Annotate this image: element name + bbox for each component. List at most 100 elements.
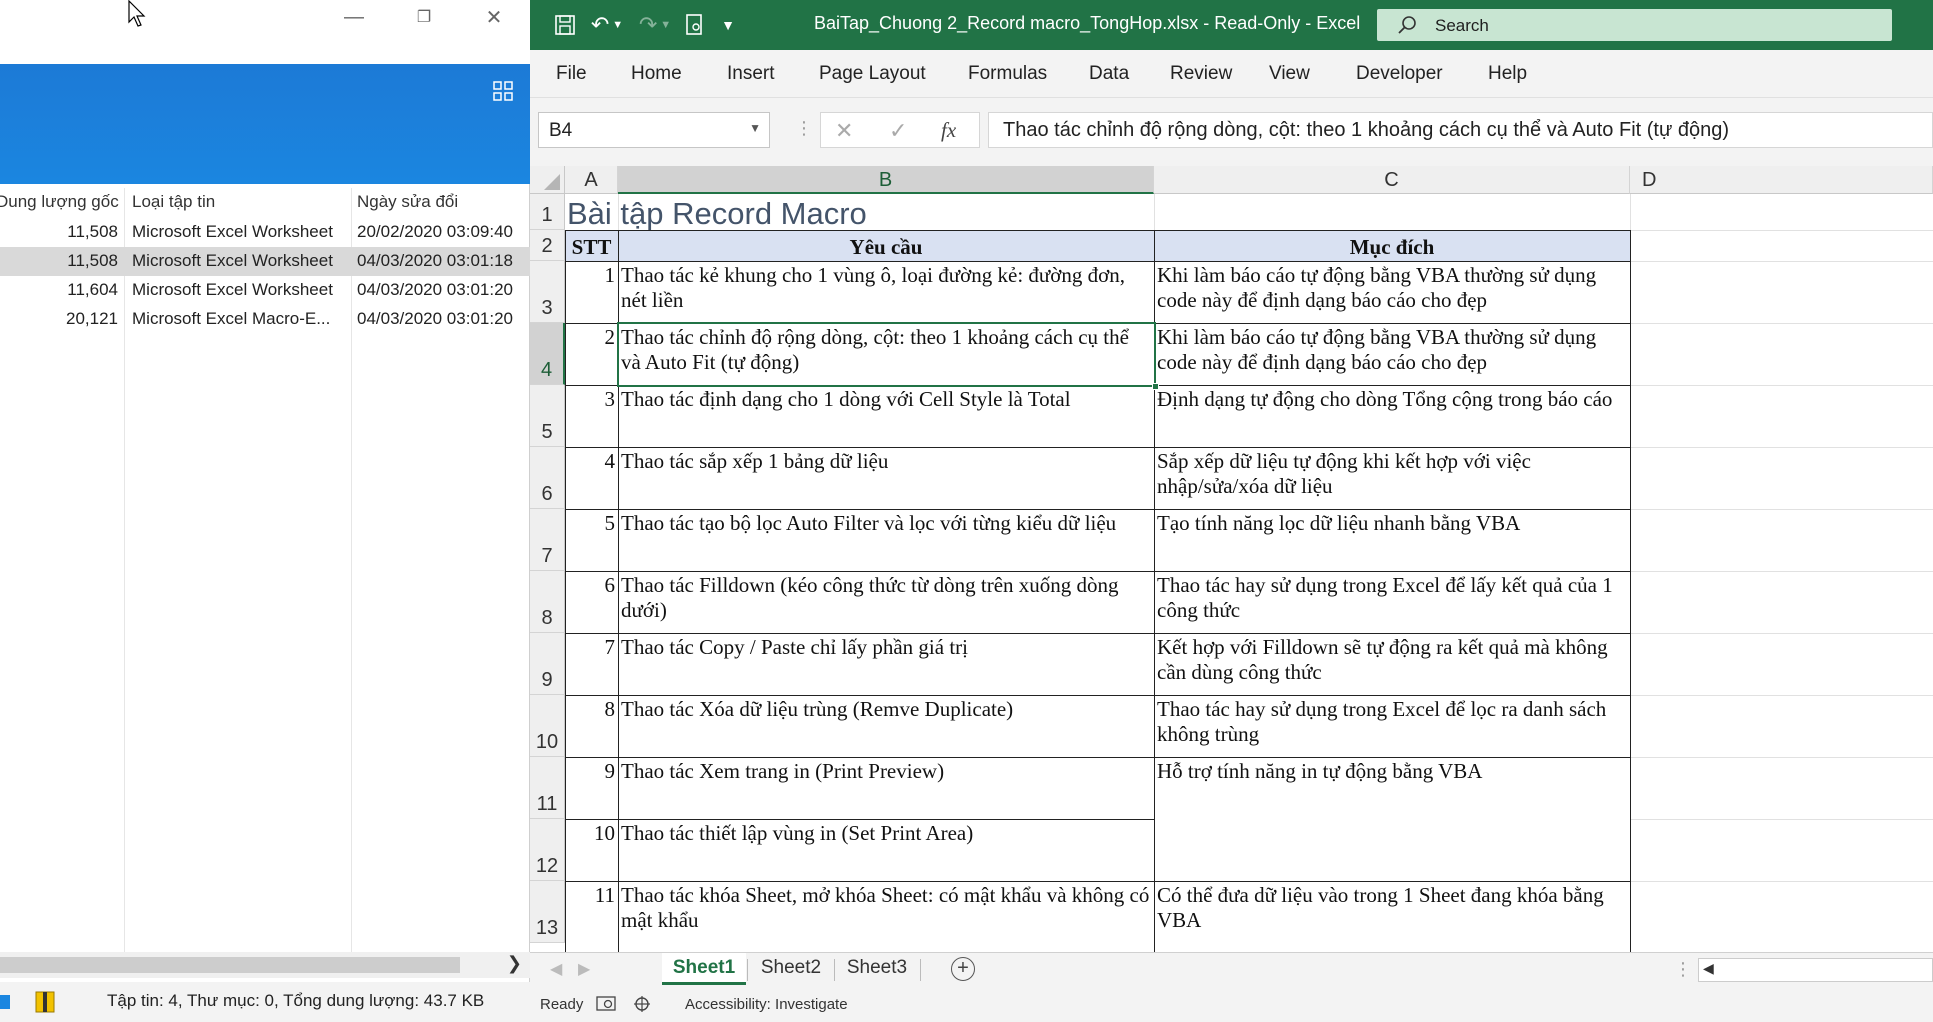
cell-purpose[interactable]: Khi làm báo cáo tự động bằng VBA thường … <box>1154 261 1630 323</box>
row-header-9[interactable]: 9 <box>530 633 565 695</box>
file-row[interactable]: 20,121 Microsoft Excel Macro-E... 04/03/… <box>0 305 530 334</box>
sheet-title-cell[interactable]: Bài tập Record Macro <box>567 196 867 232</box>
cell-requirement[interactable]: Thao tác Xem trang in (Print Preview) <box>618 757 1154 819</box>
column-size[interactable]: Dung lượng gốc <box>0 192 119 212</box>
tab-view[interactable]: View <box>1269 63 1310 85</box>
cell-stt[interactable]: 5 <box>565 509 618 571</box>
cell-stt[interactable]: 11 <box>565 881 618 943</box>
cell-purpose[interactable]: Sắp xếp dữ liệu tự động khi kết hợp với … <box>1154 447 1630 509</box>
column-header-d[interactable]: D <box>1630 166 1933 194</box>
scroll-left-icon[interactable]: ◀ <box>1703 960 1714 977</box>
row-header-10[interactable]: 10 <box>530 695 565 757</box>
tab-insert[interactable]: Insert <box>727 63 775 85</box>
enter-icon[interactable]: ✓ <box>889 118 907 144</box>
tab-home[interactable]: Home <box>631 63 682 85</box>
row-header-13[interactable]: 13 <box>530 881 565 943</box>
tab-formulas[interactable]: Formulas <box>968 63 1047 85</box>
cell-requirement[interactable]: Thao tác khóa Sheet, mở khóa Sheet: có m… <box>618 881 1154 943</box>
worksheet-horizontal-scrollbar[interactable]: ◀ <box>1698 958 1933 982</box>
cell-stt[interactable]: 9 <box>565 757 618 819</box>
file-row[interactable]: 11,508 Microsoft Excel Worksheet 20/02/2… <box>0 218 530 247</box>
chevron-down-icon[interactable]: ▼ <box>749 121 761 135</box>
row-header-5[interactable]: 5 <box>530 385 565 447</box>
save-button[interactable] <box>550 10 580 40</box>
file-row-selected[interactable]: 11,508 Microsoft Excel Worksheet 04/03/2… <box>0 247 530 276</box>
scroll-tabs-left-icon[interactable]: ◀ <box>550 959 562 979</box>
restore-button[interactable]: ❐ <box>389 0 459 34</box>
scrollbar-thumb[interactable] <box>0 957 460 973</box>
worksheet-grid[interactable]: A B C D 1 2 3 4 5 6 7 8 9 10 11 12 13 Bà… <box>530 166 1933 952</box>
row-header-11[interactable]: 11 <box>530 757 565 819</box>
tab-page-layout[interactable]: Page Layout <box>819 63 926 85</box>
print-preview-button[interactable] <box>680 10 710 40</box>
cancel-icon[interactable]: ✕ <box>835 118 853 144</box>
select-all-corner[interactable] <box>530 166 565 194</box>
cell-requirement[interactable]: Thao tác Filldown (kéo công thức từ dòng… <box>618 571 1154 633</box>
header-stt[interactable]: STT <box>565 230 618 261</box>
fill-handle[interactable] <box>1152 383 1159 390</box>
minimize-button[interactable]: — <box>319 0 389 34</box>
cell-requirement[interactable]: Thao tác kẻ khung cho 1 vùng ô, loại đườ… <box>618 261 1154 323</box>
cell-stt[interactable]: 7 <box>565 633 618 695</box>
cell-stt[interactable]: 6 <box>565 571 618 633</box>
cell-purpose[interactable]: Kết hợp với Filldown sẽ tự động ra kết q… <box>1154 633 1630 695</box>
row-header-3[interactable]: 3 <box>530 261 565 323</box>
row-header-12[interactable]: 12 <box>530 819 565 881</box>
tab-split-handle-icon[interactable]: ⋮ <box>1674 959 1692 980</box>
sheet-tab-sheet1[interactable]: Sheet1 <box>662 953 746 985</box>
header-requirement[interactable]: Yêu cầu <box>618 230 1154 261</box>
macro-record-icon[interactable] <box>596 995 618 1013</box>
cell-purpose[interactable]: Thao tác hay sử dụng trong Excel để lọc … <box>1154 695 1630 757</box>
name-box[interactable]: B4 ▼ <box>538 112 770 148</box>
scroll-tabs-right-icon[interactable]: ▶ <box>578 959 590 979</box>
cell-requirement[interactable]: Thao tác sắp xếp 1 bảng dữ liệu <box>618 447 1154 509</box>
cell-stt[interactable]: 1 <box>565 261 618 323</box>
column-header-c[interactable]: C <box>1154 166 1630 194</box>
status-accessibility[interactable]: Accessibility: Investigate <box>685 996 848 1013</box>
cell-requirement[interactable]: Thao tác Xóa dữ liệu trùng (Remve Duplic… <box>618 695 1154 757</box>
sheet-tab-sheet3[interactable]: Sheet3 <box>835 953 919 985</box>
sheet-tab-sheet2[interactable]: Sheet2 <box>749 953 833 985</box>
tab-help[interactable]: Help <box>1488 63 1527 85</box>
details-view-icon[interactable] <box>0 993 12 1011</box>
cell-requirement[interactable]: Thao tác Copy / Paste chỉ lấy phần giá t… <box>618 633 1154 695</box>
scroll-right-icon[interactable]: ❯ <box>507 953 522 974</box>
header-purpose[interactable]: Mục đích <box>1154 230 1630 261</box>
cell-stt[interactable]: 4 <box>565 447 618 509</box>
cell-requirement[interactable]: Thao tác tạo bộ lọc Auto Filter và lọc v… <box>618 509 1154 571</box>
tab-file[interactable]: File <box>556 63 587 85</box>
tab-data[interactable]: Data <box>1089 63 1129 85</box>
cell-stt[interactable]: 10 <box>565 819 618 881</box>
cell-stt[interactable]: 2 <box>565 323 618 385</box>
cell-requirement[interactable]: Thao tác định dạng cho 1 dòng với Cell S… <box>618 385 1154 447</box>
search-box[interactable]: Search <box>1377 9 1892 41</box>
cell-purpose[interactable]: Có thể đưa dữ liệu vào trong 1 Sheet đan… <box>1154 881 1630 943</box>
cell-stt[interactable]: 8 <box>565 695 618 757</box>
add-sheet-button[interactable]: + <box>951 957 975 981</box>
row-header-7[interactable]: 7 <box>530 509 565 571</box>
cell-requirement[interactable]: Thao tác thiết lập vùng in (Set Print Ar… <box>618 819 1154 881</box>
row-header-4[interactable]: 4 <box>530 323 565 385</box>
cell-purpose[interactable]: Định dạng tự động cho dòng Tổng cộng tro… <box>1154 385 1630 447</box>
insert-function-icon[interactable]: fx <box>941 118 956 143</box>
cell-stt[interactable]: 3 <box>565 385 618 447</box>
row-header-8[interactable]: 8 <box>530 571 565 633</box>
close-button[interactable]: ✕ <box>459 0 529 34</box>
cell-purpose[interactable]: Tạo tính năng lọc dữ liệu nhanh bằng VBA <box>1154 509 1630 571</box>
cell-purpose[interactable]: Thao tác hay sử dụng trong Excel để lấy … <box>1154 571 1630 633</box>
tab-review[interactable]: Review <box>1170 63 1232 85</box>
accessibility-icon[interactable] <box>632 994 654 1014</box>
row-header-1[interactable]: 1 <box>530 194 565 230</box>
view-grid-icon[interactable] <box>493 81 513 101</box>
file-row[interactable]: 11,604 Microsoft Excel Worksheet 04/03/2… <box>0 276 530 305</box>
row-header-6[interactable]: 6 <box>530 447 565 509</box>
column-modified[interactable]: Ngày sửa đổi <box>357 192 458 212</box>
column-header-a[interactable]: A <box>565 166 618 194</box>
undo-button[interactable]: ↶ ▼ <box>586 10 628 40</box>
explorer-horizontal-scrollbar[interactable]: ❯ <box>0 952 530 978</box>
customize-toolbar-button[interactable]: ▼ <box>718 10 738 40</box>
column-type[interactable]: Loại tập tin <box>132 192 215 212</box>
row-header-2[interactable]: 2 <box>530 230 565 261</box>
redo-button[interactable]: ↷ ▼ <box>634 10 676 40</box>
formula-input[interactable]: Thao tác chỉnh độ rộng dòng, cột: theo 1… <box>988 112 1933 148</box>
